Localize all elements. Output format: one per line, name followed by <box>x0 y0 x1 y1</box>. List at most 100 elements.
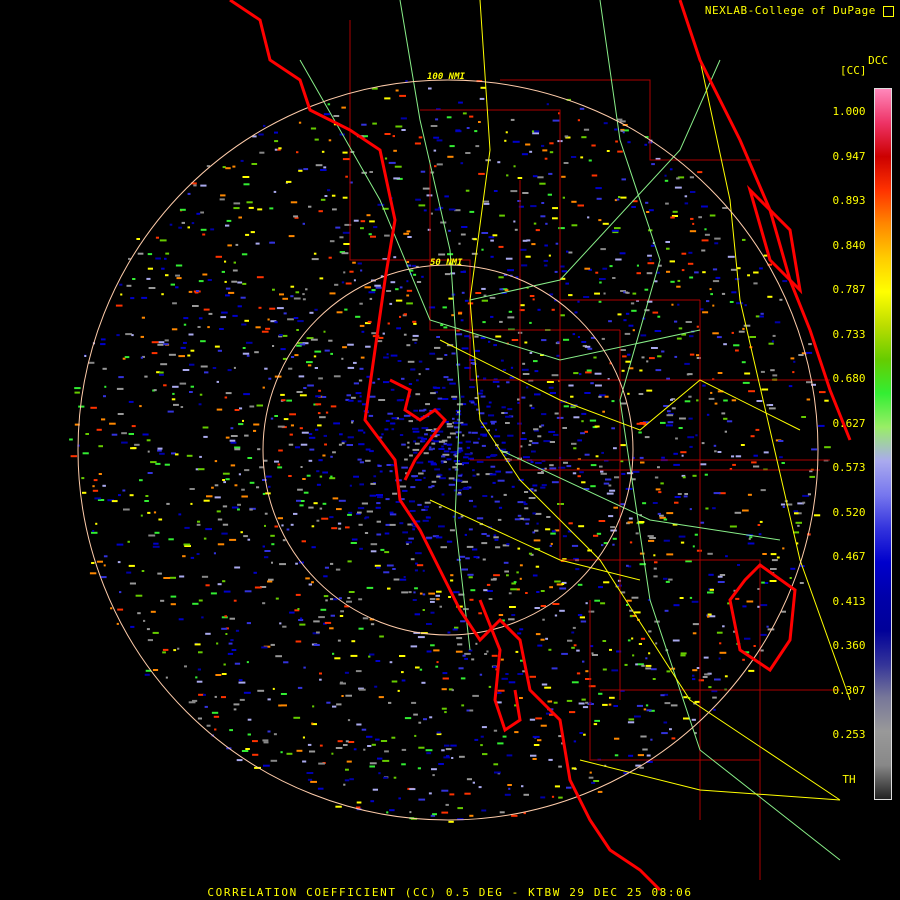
radar-echo <box>215 255 222 258</box>
radar-echo <box>230 441 237 444</box>
radar-echo <box>717 451 722 453</box>
radar-echo <box>289 611 295 614</box>
radar-echo <box>234 448 241 451</box>
radar-echo <box>645 201 649 204</box>
radar-echo <box>523 503 528 505</box>
radar-echo <box>410 486 416 489</box>
radar-echo <box>481 299 488 302</box>
radar-echo <box>296 329 299 331</box>
radar-echo <box>646 709 652 712</box>
radar-echo <box>422 569 425 572</box>
radar-echo <box>336 311 343 314</box>
radar-echo <box>142 433 149 436</box>
radar-echo <box>319 744 323 747</box>
radar-echo <box>590 382 594 385</box>
radar-echo <box>337 740 343 743</box>
radar-echo <box>258 133 264 136</box>
radar-echo <box>537 176 544 179</box>
radar-echo <box>169 576 176 579</box>
radar-echo <box>389 523 396 526</box>
radar-echo <box>146 277 151 280</box>
radar-echo <box>296 151 299 154</box>
radar-echo <box>217 518 223 521</box>
radar-echo <box>501 406 506 409</box>
radar-echo <box>670 216 675 219</box>
radar-echo <box>286 528 290 531</box>
radar-echo <box>137 612 141 615</box>
radar-echo <box>116 543 124 546</box>
radar-echo <box>406 280 409 283</box>
radar-echo <box>591 174 598 177</box>
radar-echo <box>423 452 429 455</box>
radar-echo <box>669 260 675 263</box>
radar-echo <box>256 486 260 489</box>
radar-echo <box>167 410 174 413</box>
radar-echo <box>466 446 470 449</box>
radar-echo <box>339 682 346 685</box>
radar-echo <box>666 414 674 417</box>
radar-echo <box>622 355 627 358</box>
radar-echo <box>481 287 486 290</box>
radar-echo <box>458 489 462 492</box>
radar-echo <box>329 627 334 630</box>
radar-echo <box>205 528 212 531</box>
radar-echo <box>601 451 604 454</box>
radar-echo <box>488 401 492 404</box>
radar-echo <box>609 265 613 268</box>
radar-echo <box>425 403 430 406</box>
radar-echo <box>120 293 123 296</box>
radar-echo <box>462 112 467 115</box>
radar-echo <box>636 272 641 275</box>
radar-echo <box>508 618 515 621</box>
radar-echo <box>606 150 610 152</box>
radar-echo <box>581 136 587 139</box>
radar-echo <box>691 718 696 721</box>
radar-echo <box>419 592 423 595</box>
radar-echo <box>253 571 257 574</box>
radar-echo <box>172 392 175 395</box>
radar-echo <box>680 652 687 655</box>
radar-echo <box>473 556 478 558</box>
radar-echo <box>536 522 539 525</box>
radar-echo <box>568 251 573 254</box>
radar-echo <box>449 382 456 385</box>
radar-echo <box>316 483 321 486</box>
radar-echo <box>505 415 512 418</box>
radar-echo <box>248 206 254 209</box>
radar-echo <box>165 274 169 277</box>
radar-echo <box>339 433 343 436</box>
radar-echo <box>763 254 768 257</box>
radar-echo <box>366 586 374 589</box>
radar-echo <box>424 433 428 436</box>
radar-echo <box>164 339 169 342</box>
radar-echo <box>691 600 699 603</box>
radar-echo <box>383 381 390 384</box>
radar-echo <box>264 367 268 370</box>
radar-echo <box>345 175 348 178</box>
radar-echo <box>129 494 134 497</box>
radar-echo <box>329 292 336 295</box>
radar-echo <box>625 360 631 363</box>
radar-echo <box>488 236 495 239</box>
radar-echo <box>576 672 581 675</box>
radar-echo <box>675 437 678 440</box>
radar-echo <box>263 459 268 462</box>
radar-echo <box>731 455 735 458</box>
radar-echo <box>254 586 262 589</box>
radar-echo <box>455 413 462 416</box>
radar-echo <box>315 395 321 398</box>
radar-echo <box>781 610 786 613</box>
radar-echo <box>215 674 222 676</box>
radar-echo <box>670 280 675 283</box>
radar-echo <box>282 334 288 337</box>
radar-echo <box>376 502 381 505</box>
radar-echo <box>102 484 106 487</box>
radar-echo <box>139 405 142 408</box>
radar-echo <box>510 366 514 369</box>
radar-echo <box>441 493 445 496</box>
radar-echo <box>229 617 235 620</box>
radar-echo <box>559 609 565 612</box>
radar-echo <box>247 733 251 736</box>
radar-echo <box>654 280 658 283</box>
radar-echo <box>535 717 542 720</box>
